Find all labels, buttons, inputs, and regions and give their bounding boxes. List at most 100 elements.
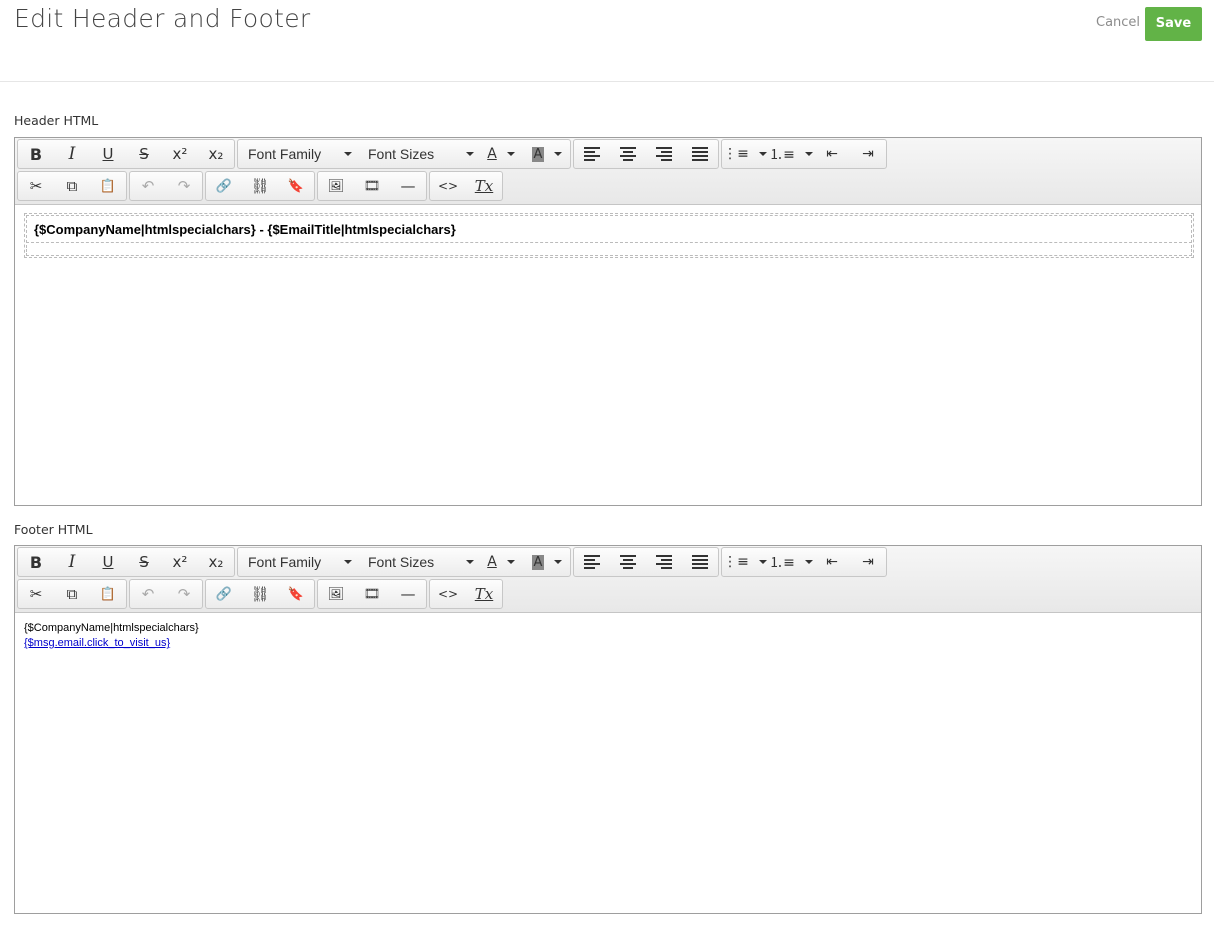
- background-color-button[interactable]: A: [524, 548, 570, 576]
- horizontal-rule-icon: —: [400, 585, 416, 603]
- clear-formatting-button[interactable]: Tx: [466, 172, 502, 200]
- text-color-button[interactable]: A: [478, 548, 524, 576]
- outdent-icon: ⇤: [826, 146, 838, 162]
- insert-image-button[interactable]: 🖼: [318, 580, 354, 608]
- bold-button[interactable]: B: [18, 140, 54, 168]
- chevron-down-icon: [466, 560, 474, 564]
- paste-icon: 📋: [99, 586, 117, 602]
- numbered-list-button[interactable]: ⒈≡: [768, 548, 814, 576]
- align-justify-button[interactable]: [682, 140, 718, 168]
- cut-button[interactable]: ✂: [18, 172, 54, 200]
- insert-link-button[interactable]: 🔗: [206, 580, 242, 608]
- footer-editor-toolbar: B I U S x² x₂ Font Family Font Sizes A A…: [15, 546, 1201, 613]
- font-family-select[interactable]: Font Family: [238, 140, 358, 168]
- source-code-button[interactable]: <>: [430, 172, 466, 200]
- align-center-icon: [620, 147, 636, 161]
- outdent-button[interactable]: ⇤: [814, 140, 850, 168]
- header-editor: B I U S x² x₂ Font Family Font Sizes A A…: [14, 137, 1202, 506]
- italic-button[interactable]: I: [54, 140, 90, 168]
- align-center-button[interactable]: [610, 548, 646, 576]
- underline-button[interactable]: U: [90, 548, 126, 576]
- background-color-button[interactable]: A: [524, 140, 570, 168]
- align-left-button[interactable]: [574, 140, 610, 168]
- undo-button[interactable]: ↶: [130, 172, 166, 200]
- cut-button[interactable]: ✂: [18, 580, 54, 608]
- code-icon: <>: [437, 179, 459, 193]
- bullet-list-button[interactable]: ⋮≡: [722, 140, 768, 168]
- bullet-list-icon: ⋮≡: [723, 146, 749, 162]
- clear-formatting-button[interactable]: Tx: [466, 580, 502, 608]
- link-icon: 🔗: [215, 586, 233, 602]
- align-center-icon: [620, 555, 636, 569]
- bold-button[interactable]: B: [18, 548, 54, 576]
- insert-media-button[interactable]: 🎞: [354, 172, 390, 200]
- align-justify-icon: [692, 555, 708, 569]
- bullet-list-button[interactable]: ⋮≡: [722, 548, 768, 576]
- paste-button[interactable]: 📋: [90, 580, 126, 608]
- italic-button[interactable]: I: [54, 548, 90, 576]
- footer-html-label: Footer HTML: [14, 522, 93, 537]
- unlink-icon: ⛓: [250, 177, 270, 195]
- source-code-button[interactable]: <>: [430, 580, 466, 608]
- strikethrough-button[interactable]: S: [126, 548, 162, 576]
- anchor-button[interactable]: 🔖: [278, 172, 314, 200]
- chevron-down-icon: [804, 560, 813, 564]
- bookmark-icon: 🔖: [287, 178, 305, 194]
- align-left-icon: [584, 555, 600, 569]
- font-family-select[interactable]: Font Family: [238, 548, 358, 576]
- outdent-button[interactable]: ⇤: [814, 548, 850, 576]
- scissors-icon: ✂: [29, 585, 43, 603]
- header-content-empty-row: [26, 245, 1192, 256]
- cancel-button[interactable]: Cancel: [1090, 8, 1146, 38]
- clear-format-icon: Tx: [474, 585, 494, 603]
- header-editor-content[interactable]: {$CompanyName|htmlspecialchars} - {$Emai…: [15, 205, 1201, 505]
- undo-icon: ↶: [141, 177, 155, 195]
- subscript-button[interactable]: x₂: [198, 140, 234, 168]
- superscript-button[interactable]: x²: [162, 548, 198, 576]
- copy-button[interactable]: ⧉: [54, 580, 90, 608]
- insert-media-button[interactable]: 🎞: [354, 580, 390, 608]
- redo-button[interactable]: ↷: [166, 172, 202, 200]
- paste-icon: 📋: [99, 178, 117, 194]
- indent-icon: ⇥: [862, 554, 874, 570]
- footer-company-name-text: {$CompanyName|htmlspecialchars}: [24, 622, 199, 634]
- remove-link-button[interactable]: ⛓: [242, 580, 278, 608]
- indent-button[interactable]: ⇥: [850, 140, 886, 168]
- align-right-icon: [656, 555, 672, 569]
- superscript-button[interactable]: x²: [162, 140, 198, 168]
- numbered-list-button[interactable]: ⒈≡: [768, 140, 814, 168]
- underline-button[interactable]: U: [90, 140, 126, 168]
- undo-button[interactable]: ↶: [130, 580, 166, 608]
- copy-icon: ⧉: [66, 177, 78, 195]
- horizontal-rule-button[interactable]: —: [390, 580, 426, 608]
- align-justify-button[interactable]: [682, 548, 718, 576]
- subscript-button[interactable]: x₂: [198, 548, 234, 576]
- clear-format-icon: Tx: [474, 177, 494, 195]
- indent-button[interactable]: ⇥: [850, 548, 886, 576]
- align-right-button[interactable]: [646, 548, 682, 576]
- horizontal-rule-button[interactable]: —: [390, 172, 426, 200]
- footer-editor-content[interactable]: {$CompanyName|htmlspecialchars} {$msg.em…: [15, 613, 1201, 913]
- insert-link-button[interactable]: 🔗: [206, 172, 242, 200]
- remove-link-button[interactable]: ⛓: [242, 172, 278, 200]
- align-right-button[interactable]: [646, 140, 682, 168]
- anchor-button[interactable]: 🔖: [278, 580, 314, 608]
- strikethrough-button[interactable]: S: [126, 140, 162, 168]
- align-center-button[interactable]: [610, 140, 646, 168]
- text-color-button[interactable]: A: [478, 140, 524, 168]
- bookmark-icon: 🔖: [287, 586, 305, 602]
- insert-image-button[interactable]: 🖼: [318, 172, 354, 200]
- font-sizes-select[interactable]: Font Sizes: [358, 140, 478, 168]
- paste-button[interactable]: 📋: [90, 172, 126, 200]
- align-right-icon: [656, 147, 672, 161]
- footer-visit-link[interactable]: {$msg.email.click_to_visit_us}: [24, 637, 170, 649]
- chevron-down-icon: [554, 152, 563, 156]
- page-title: Edit Header and Footer: [14, 4, 311, 33]
- save-button[interactable]: Save: [1145, 7, 1202, 41]
- code-icon: <>: [437, 587, 459, 601]
- font-sizes-select[interactable]: Font Sizes: [358, 548, 478, 576]
- chevron-down-icon: [344, 152, 352, 156]
- copy-button[interactable]: ⧉: [54, 172, 90, 200]
- align-left-button[interactable]: [574, 548, 610, 576]
- redo-button[interactable]: ↷: [166, 580, 202, 608]
